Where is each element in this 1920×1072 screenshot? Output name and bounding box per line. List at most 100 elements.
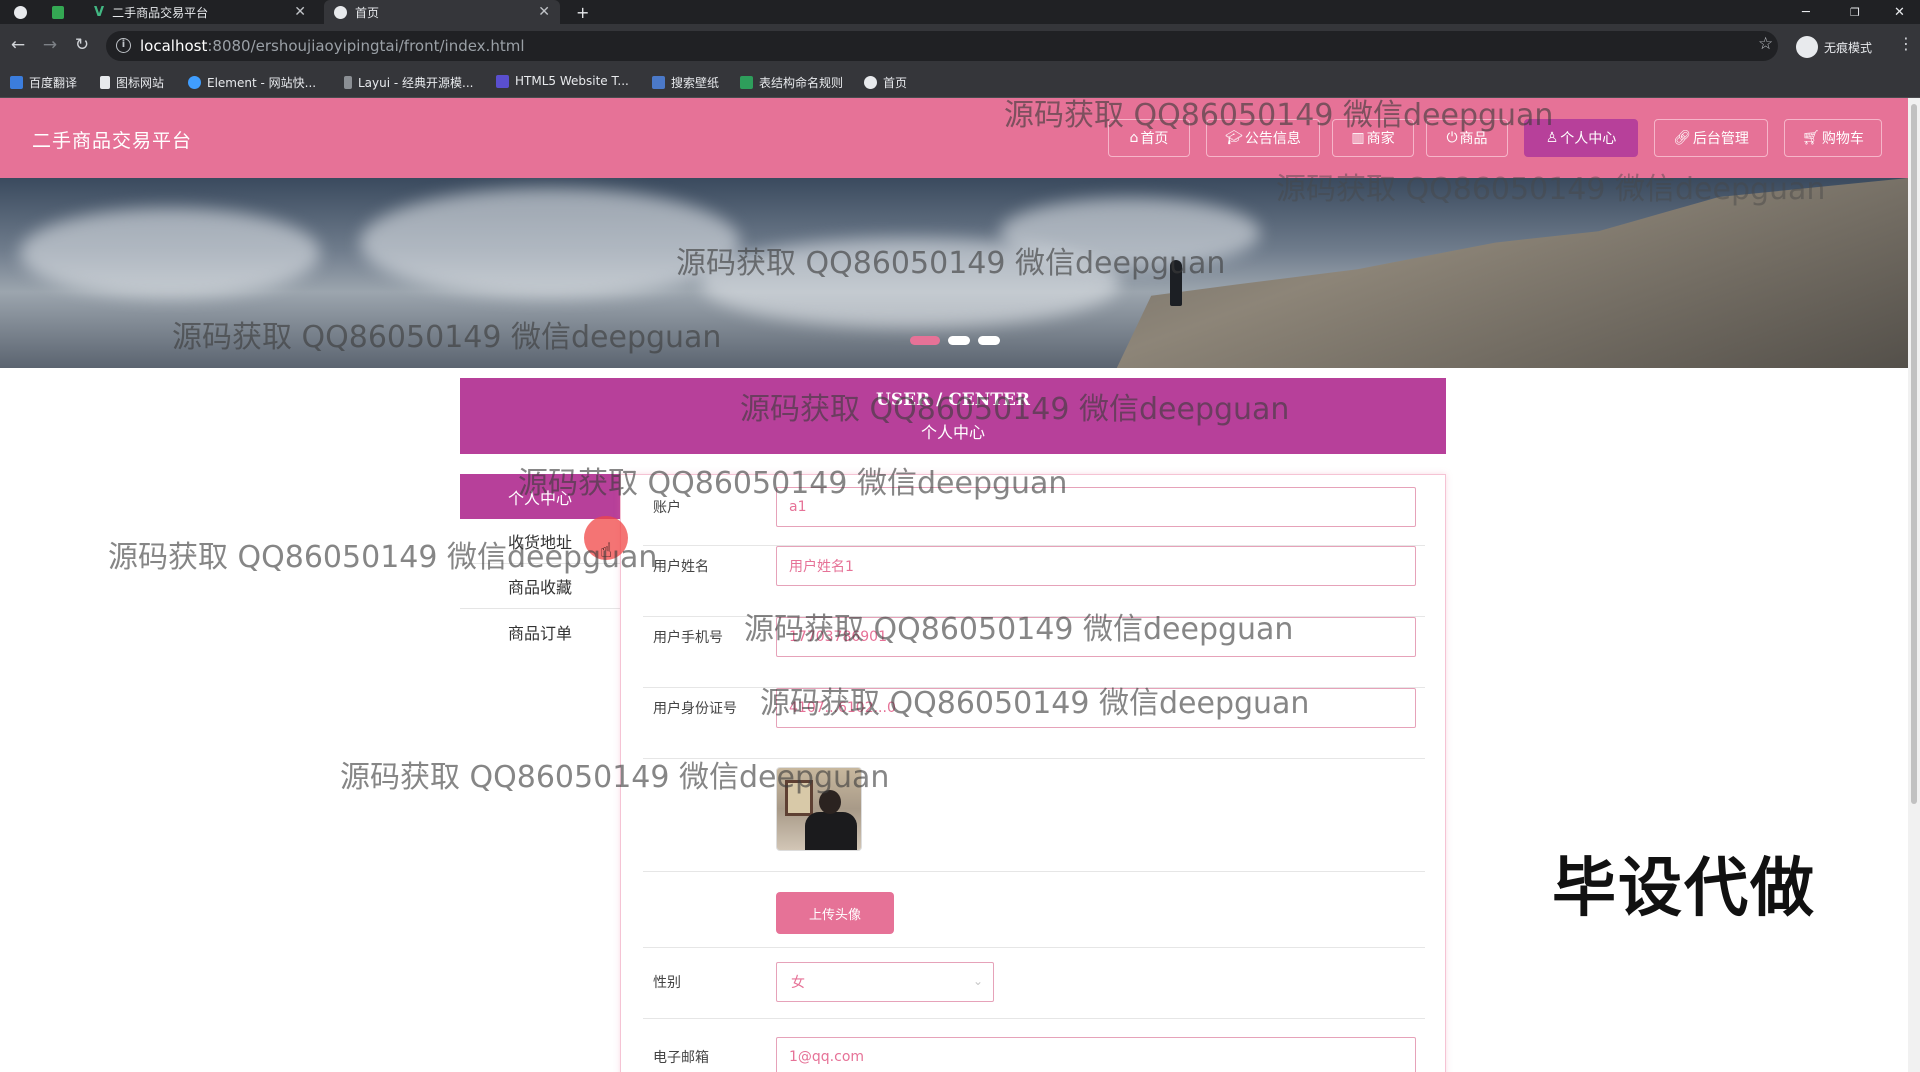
id-card-label: 用户身份证号: [653, 701, 737, 717]
form-row-account: 账户 a1: [643, 487, 1425, 546]
bookmarks-bar: 百度翻译 图标网站 Element - 网站快... Layui - 经典开源模…: [0, 66, 1920, 98]
nav-user-center[interactable]: ♙ 个人中心: [1524, 119, 1638, 157]
form-row-email: 电子邮箱 1@qq.com: [643, 1019, 1425, 1072]
page-scrollbar[interactable]: [1908, 98, 1920, 1072]
bookmark-item[interactable]: 首页: [864, 74, 907, 91]
menu-item-profile[interactable]: 个人中心: [460, 474, 620, 519]
reload-icon[interactable]: ↻: [70, 33, 94, 57]
tab-title: 二手商品交易平台: [112, 5, 209, 20]
browser-toolbar: ← → ↻ i localhost :8080/ershoujiaoyiping…: [0, 24, 1920, 66]
nav-announcements[interactable]: 🎓︎ 公告信息: [1206, 119, 1320, 157]
window-close-icon[interactable]: ✕: [1894, 0, 1905, 24]
site-header: 二手商品交易平台 ⌂ 首页 🎓︎ 公告信息 ▥ 商家 ⏻ 商品 ♙ 个人中心 🔗︎ 后台管理…: [0, 98, 1908, 178]
menu-item-orders[interactable]: 商品订单: [460, 609, 620, 654]
bookmark-item[interactable]: 表结构命名规则: [740, 74, 843, 91]
new-tab-button[interactable]: +: [576, 0, 596, 24]
close-icon[interactable]: ✕: [538, 4, 550, 20]
nav-merchants[interactable]: ▥ 商家: [1332, 119, 1414, 157]
restore-icon[interactable]: ❐: [1850, 0, 1860, 24]
address-bar[interactable]: i localhost :8080/ershoujiaoyipingtai/fr…: [106, 31, 1778, 61]
table-icon: [740, 76, 753, 89]
nav-home[interactable]: ⌂ 首页: [1108, 119, 1190, 157]
flag-icon: [100, 76, 110, 89]
carousel-dot[interactable]: [948, 336, 970, 345]
user-center-header: USER / CENTER 个人中心: [460, 378, 1446, 454]
name-input[interactable]: 用户姓名1: [776, 546, 1416, 586]
account-label: 账户: [653, 500, 681, 516]
minimize-icon[interactable]: ─: [1802, 0, 1810, 24]
forward-icon[interactable]: →: [38, 33, 62, 57]
form-row-gender: 性别 女 ⌄: [643, 948, 1425, 1019]
menu-item-favorites[interactable]: 商品收藏: [460, 564, 620, 609]
carousel-dot[interactable]: [910, 336, 940, 345]
form-row-phone: 用户手机号 17703786901: [643, 617, 1425, 688]
page-viewport: 二手商品交易平台 ⌂ 首页 🎓︎ 公告信息 ▥ 商家 ⏻ 商品 ♙ 个人中心 🔗︎ 后台管理…: [0, 98, 1908, 1072]
graduation-cap-icon: 🎓︎: [1225, 130, 1243, 146]
account-input[interactable]: a1: [776, 487, 1416, 527]
user-center-title-en: USER / CENTER: [876, 390, 1030, 410]
email-label: 电子邮箱: [653, 1050, 709, 1066]
gender-select[interactable]: 女 ⌄: [776, 962, 994, 1002]
back-icon[interactable]: ←: [6, 33, 30, 57]
bookmark-item[interactable]: HTML5 Website T...: [496, 74, 629, 88]
cart-icon: 🛒︎: [1802, 130, 1820, 146]
element-icon: [188, 76, 201, 89]
phone-label: 用户手机号: [653, 630, 723, 646]
translate-icon: [10, 76, 23, 89]
upload-avatar-button[interactable]: 上传头像: [776, 892, 894, 934]
bookmark-item[interactable]: 搜索壁纸: [652, 74, 719, 91]
chrome-icon[interactable]: [14, 0, 38, 24]
tab-title: 首页: [355, 5, 380, 20]
tab-platform[interactable]: V 二手商品交易平台 ✕: [86, 0, 316, 24]
gender-label: 性别: [653, 975, 681, 991]
bookmark-item[interactable]: Element - 网站快...: [188, 74, 316, 91]
id-card-input[interactable]: 4107...6102...0: [776, 688, 1416, 728]
form-row-name: 用户姓名 用户姓名1: [643, 546, 1425, 617]
browser-tab-bar: V 二手商品交易平台 ✕ 首页 ✕ + ─ ❐ ✕: [0, 0, 1920, 24]
user-center-title-zh: 个人中心: [920, 423, 985, 442]
bookmark-item[interactable]: 百度翻译: [10, 74, 77, 91]
nav-admin[interactable]: 🔗︎ 后台管理: [1654, 119, 1768, 157]
store-icon: ▥: [1351, 130, 1365, 146]
avatar-image: [776, 767, 862, 851]
globe-icon: [864, 76, 877, 89]
user-center-menu: 个人中心 收货地址 商品收藏 商品订单: [460, 474, 620, 654]
url-host: localhost: [140, 37, 208, 55]
pointer-hand-icon: ☝: [600, 538, 613, 562]
nav-cart[interactable]: 🛒︎ 购物车: [1784, 119, 1882, 157]
menu-icon[interactable]: ⋮: [1898, 34, 1914, 53]
tab-home[interactable]: 首页 ✕: [324, 0, 560, 24]
incognito-indicator[interactable]: 无痕模式: [1796, 36, 1872, 58]
carousel-dot[interactable]: [978, 336, 1000, 345]
info-icon[interactable]: i: [116, 38, 131, 53]
close-icon[interactable]: ✕: [294, 4, 306, 20]
url-path: :8080/ershoujiaoyipingtai/front/index.ht…: [207, 37, 525, 55]
bookmark-star-icon[interactable]: ☆: [1758, 34, 1773, 54]
banner-carousel[interactable]: [0, 178, 1908, 368]
power-icon: ⏻: [1446, 130, 1458, 146]
email-input[interactable]: 1@qq.com: [776, 1037, 1416, 1072]
chevron-down-icon: ⌄: [972, 974, 983, 988]
form-row-avatar: [643, 759, 1425, 872]
name-label: 用户姓名: [653, 559, 709, 575]
html5-icon: [496, 74, 509, 88]
phone-input[interactable]: 17703786901: [776, 617, 1416, 657]
bookmark-item[interactable]: 图标网站: [100, 74, 164, 91]
user-icon: ♙: [1545, 130, 1559, 146]
profile-form: 账户 a1 用户姓名 用户姓名1 用户手机号 17703786901 用户身份证…: [620, 474, 1446, 1072]
form-row-upload: 上传头像: [643, 872, 1425, 948]
banner-person-silhouette: [1170, 260, 1182, 306]
form-row-id-card: 用户身份证号 4107...6102...0: [643, 688, 1425, 759]
sheets-icon[interactable]: [52, 0, 76, 24]
bookmark-item[interactable]: Layui - 经典开源模...: [344, 74, 473, 91]
nav-products[interactable]: ⏻ 商品: [1426, 119, 1508, 157]
layui-icon: [344, 76, 352, 89]
gender-value: 女: [791, 975, 805, 991]
home-icon: ⌂: [1129, 130, 1139, 146]
incognito-label: 无痕模式: [1824, 40, 1873, 55]
scrollbar-thumb[interactable]: [1911, 104, 1917, 804]
carousel-indicators: [910, 336, 1000, 345]
globe-icon: [334, 5, 347, 19]
link-icon: 🔗︎: [1673, 130, 1691, 146]
site-title[interactable]: 二手商品交易平台: [32, 126, 192, 153]
